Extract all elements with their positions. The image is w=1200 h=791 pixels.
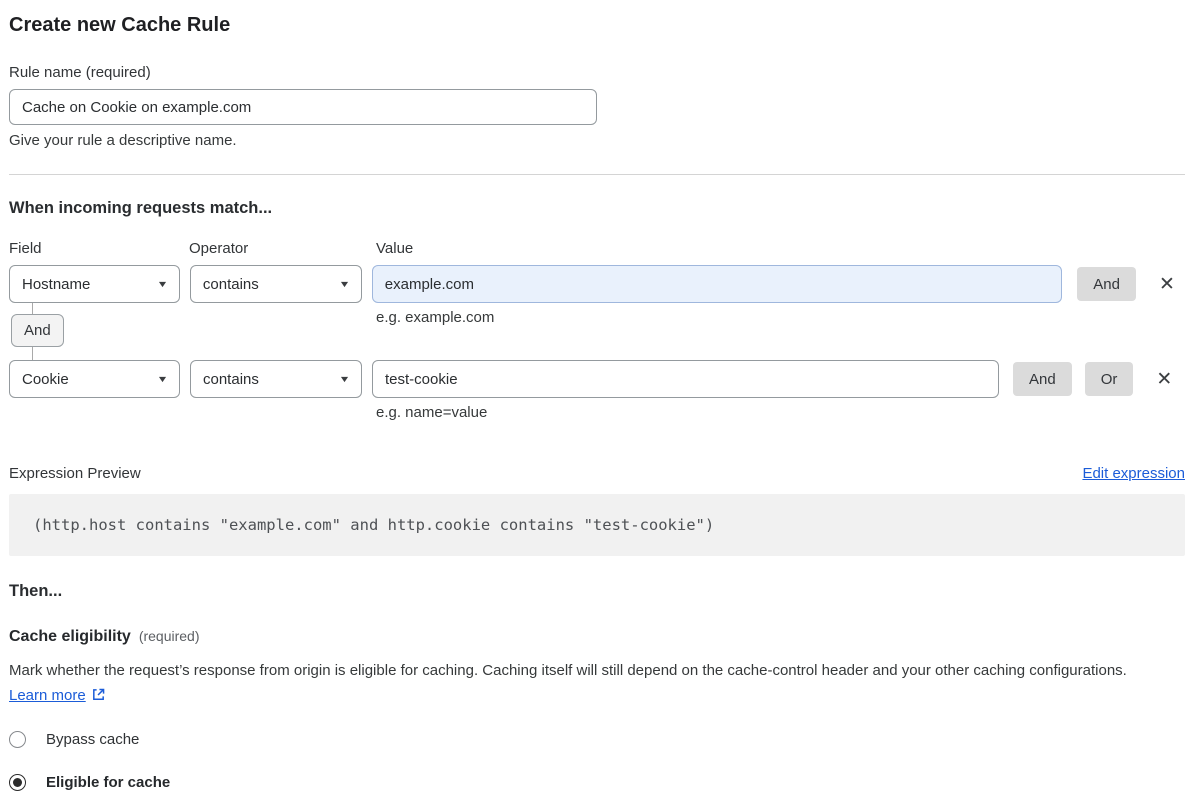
cache-eligibility-description: Mark whether the request’s response from… [9, 659, 1169, 708]
description-text: Mark whether the request’s response from… [9, 662, 1127, 679]
radio-circle-icon[interactable] [9, 774, 26, 791]
required-note: (required) [139, 628, 200, 644]
operator-select-value: contains [203, 276, 259, 293]
chevron-down-icon: ▼ [156, 279, 168, 289]
radio-bypass-cache[interactable]: Bypass cache [9, 731, 1185, 748]
create-cache-rule-page: Create new Cache Rule Rule name (require… [0, 0, 1200, 791]
match-section-heading: When incoming requests match... [9, 199, 1185, 218]
operator-select[interactable]: contains ▼ [190, 360, 362, 398]
page-title: Create new Cache Rule [9, 8, 1185, 37]
value-column-label: Value [376, 240, 1185, 257]
operator-column-label: Operator [189, 240, 376, 257]
chevron-down-icon: ▼ [157, 374, 169, 384]
rule-name-input[interactable] [9, 89, 597, 125]
chevron-down-icon: ▼ [339, 374, 351, 384]
radio-circle-icon[interactable] [9, 731, 26, 748]
expression-preview-code: (http.host contains "example.com" and ht… [9, 494, 1185, 556]
edit-expression-link[interactable]: Edit expression [1082, 465, 1185, 482]
and-button[interactable]: And [1077, 267, 1136, 301]
radio-label: Bypass cache [46, 731, 139, 748]
field-select-value: Cookie [22, 371, 69, 388]
field-select[interactable]: Hostname ▼ [9, 265, 180, 303]
rule-name-help: Give your rule a descriptive name. [9, 132, 1185, 149]
rule-name-label: Rule name (required) [9, 64, 1185, 81]
value-input[interactable] [372, 360, 999, 398]
connector-line [32, 347, 33, 360]
then-section-heading: Then... [9, 582, 1185, 601]
value-input[interactable] [372, 265, 1063, 303]
close-icon: ✕ [1156, 368, 1172, 391]
close-icon: ✕ [1159, 273, 1175, 296]
field-select[interactable]: Cookie ▼ [9, 360, 180, 398]
and-connector-button[interactable]: And [11, 314, 64, 347]
divider [9, 174, 1185, 175]
value-hint: e.g. name=value [376, 404, 1185, 421]
and-button[interactable]: And [1013, 362, 1072, 396]
remove-condition-button[interactable]: ✕ [1149, 266, 1185, 302]
remove-condition-button[interactable]: ✕ [1146, 361, 1182, 397]
learn-more-link[interactable]: Learn more [9, 687, 86, 704]
condition-connector-area: And e.g. example.com [9, 303, 1185, 360]
cache-eligibility-header: Cache eligibility (required) [9, 628, 1185, 646]
radio-label: Eligible for cache [46, 774, 170, 791]
expression-preview-label: Expression Preview [9, 465, 141, 482]
condition-row: Cookie ▼ contains ▼ And Or ✕ [9, 360, 1185, 398]
radio-eligible-for-cache[interactable]: Eligible for cache [9, 774, 1185, 791]
condition-column-headers: Field Operator Value [9, 240, 1185, 257]
field-column-label: Field [9, 240, 189, 257]
external-link-icon [91, 687, 106, 702]
cache-eligibility-title: Cache eligibility [9, 628, 131, 646]
field-select-value: Hostname [22, 276, 90, 293]
operator-select[interactable]: contains ▼ [190, 265, 362, 303]
condition-row: Hostname ▼ contains ▼ And ✕ [9, 265, 1185, 303]
chevron-down-icon: ▼ [338, 279, 350, 289]
expression-preview-header: Expression Preview Edit expression [9, 465, 1185, 482]
value-hint: e.g. example.com [376, 309, 494, 326]
operator-select-value: contains [203, 371, 259, 388]
or-button[interactable]: Or [1085, 362, 1134, 396]
